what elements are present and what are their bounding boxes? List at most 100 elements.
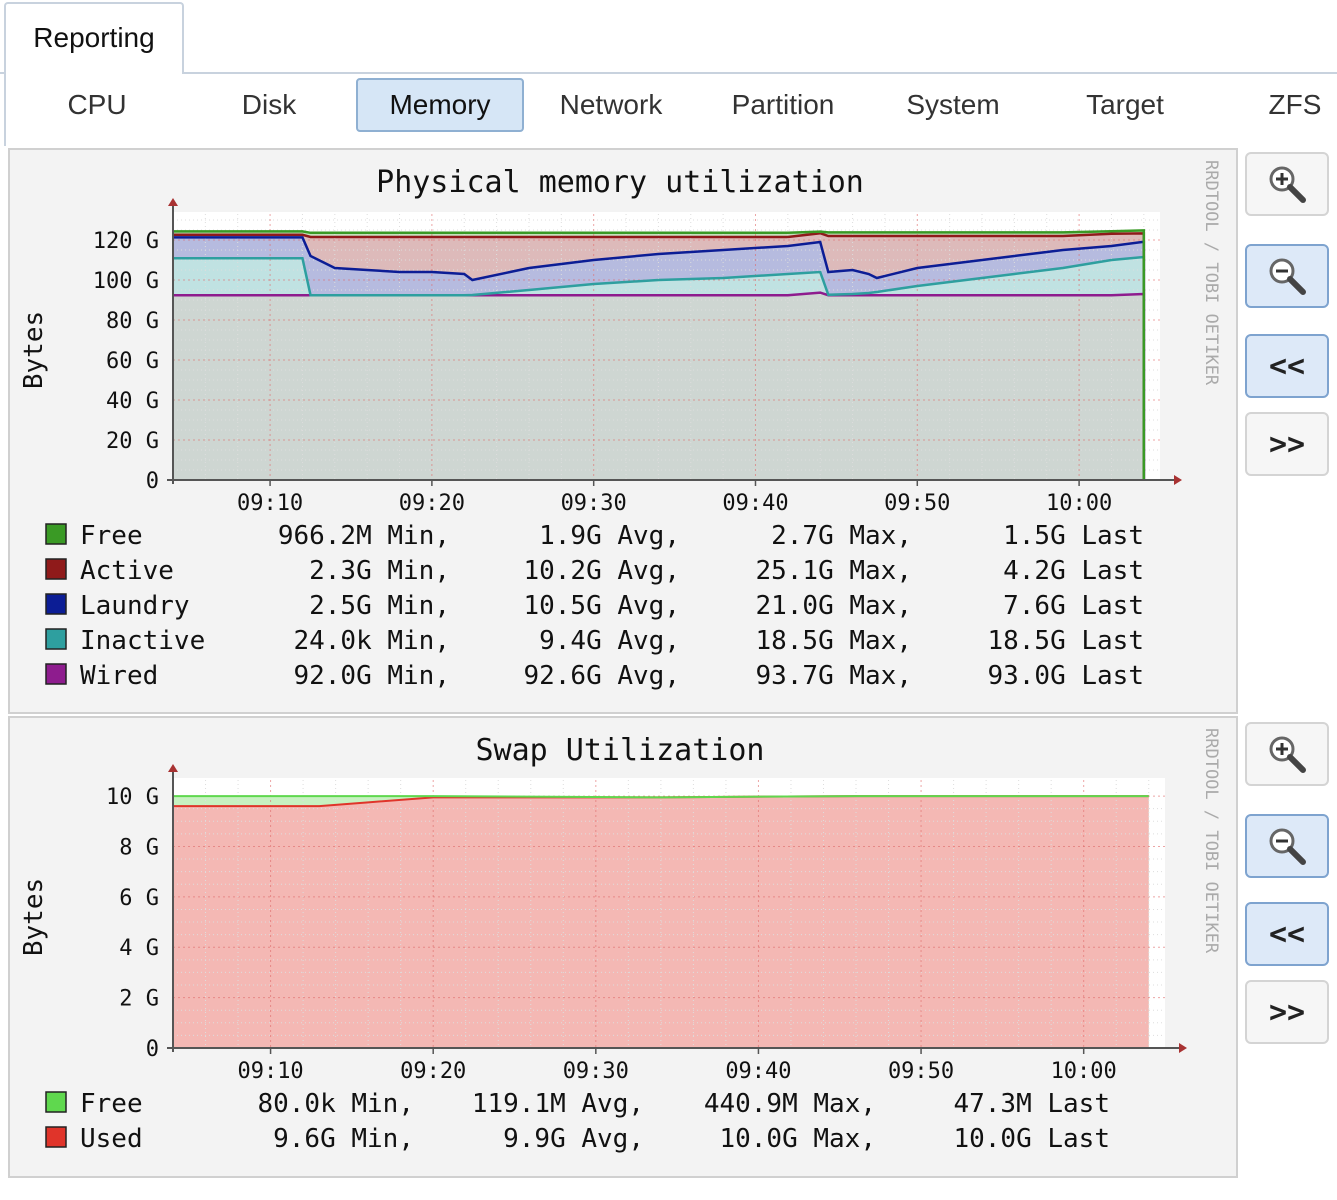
legend-avg: 92.6G Avg, — [523, 661, 680, 691]
legend-last: 7.6G Last — [1003, 591, 1144, 621]
x-tick-label: 10:00 — [1051, 1059, 1117, 1084]
legend-swatch — [45, 593, 67, 615]
legend-last: 93.0G Last — [987, 661, 1144, 691]
y-tick-label: 4 G — [119, 936, 159, 961]
tab-disk[interactable]: Disk — [184, 78, 354, 132]
zoom-out-icon — [1269, 258, 1306, 295]
y-tick-label: 80 G — [106, 309, 159, 334]
legend-avg: 10.2G Avg, — [523, 556, 680, 586]
x-tick-label: 09:30 — [563, 1059, 629, 1084]
legend-last: 1.5G Last — [1003, 521, 1144, 551]
x-tick-label: 09:20 — [400, 1059, 466, 1084]
legend-swatch — [45, 628, 67, 650]
legend-max: 25.1G Max, — [755, 556, 912, 586]
legend-max: 21.0G Max, — [755, 591, 912, 621]
tab-partition[interactable]: Partition — [698, 78, 868, 132]
back-button[interactable]: << — [1245, 334, 1329, 398]
y-tick-label: 6 G — [119, 886, 159, 911]
x-tick-label: 09:40 — [722, 491, 788, 516]
legend-name: Free — [80, 521, 143, 551]
legend-name: Laundry — [80, 591, 190, 621]
legend-min: 92.0G Min, — [293, 661, 450, 691]
y-tick-label: 8 G — [119, 835, 159, 860]
y-tick-label: 20 G — [106, 429, 159, 454]
y-tick-label: 120 G — [93, 229, 159, 254]
legend-swatch — [45, 1091, 67, 1113]
legend-min: 9.6G Min, — [273, 1124, 414, 1154]
tab-memory[interactable]: Memory — [356, 78, 524, 132]
y-axis-arrow — [168, 764, 178, 772]
forward-button[interactable]: >> — [1245, 412, 1329, 476]
x-tick-label: 09:50 — [884, 491, 950, 516]
tab-network[interactable]: Network — [526, 78, 696, 132]
legend-min: 24.0k Min, — [293, 626, 450, 656]
zoom-in-icon — [1269, 736, 1306, 773]
legend-avg: 119.1M Avg, — [472, 1089, 644, 1119]
zoom-out-button[interactable] — [1245, 814, 1329, 878]
legend-max: 2.7G Max, — [771, 521, 912, 551]
swap-utilization-graph: Swap Utilization RRDTOOL / TOBI OETIKER By… — [8, 716, 1238, 1178]
rrdtool-watermark: RRDTOOL / TOBI OETIKER — [1201, 728, 1221, 954]
y-axis-arrow — [168, 198, 178, 206]
legend-swatch — [45, 558, 67, 580]
legend-avg: 9.4G Avg, — [539, 626, 680, 656]
zoom-in-button[interactable] — [1245, 152, 1329, 216]
legend-min: 80.0k Min, — [257, 1089, 414, 1119]
x-axis-arrow — [1179, 1043, 1187, 1053]
legend-max: 93.7G Max, — [755, 661, 912, 691]
x-tick-label: 09:10 — [237, 491, 303, 516]
x-tick-label: 10:00 — [1046, 491, 1112, 516]
tab-reporting[interactable]: Reporting — [4, 2, 184, 75]
legend-max: 18.5G Max, — [755, 626, 912, 656]
legend-last: 18.5G Last — [987, 626, 1144, 656]
legend-swatch — [45, 663, 67, 685]
legend-min: 2.5G Min, — [309, 591, 450, 621]
series-area-used — [173, 796, 1149, 1048]
legend-last: 4.2G Last — [1003, 556, 1144, 586]
zoom-in-button[interactable] — [1245, 722, 1329, 786]
legend-last: 10.0G Last — [953, 1124, 1110, 1154]
legend-avg: 1.9G Avg, — [539, 521, 680, 551]
y-tick-label: 0 — [146, 1037, 159, 1062]
legend-min: 2.3G Min, — [309, 556, 450, 586]
legend-max: 440.9M Max, — [704, 1089, 876, 1119]
x-axis-arrow — [1174, 475, 1182, 485]
legend-avg: 10.5G Avg, — [523, 591, 680, 621]
zoom-out-button[interactable] — [1245, 244, 1329, 308]
tab-zfs[interactable]: ZFS — [1210, 78, 1337, 132]
x-tick-label: 09:30 — [561, 491, 627, 516]
legend-name: Active — [80, 556, 174, 586]
swap-utilization-chart: Swap Utilization RRDTOOL / TOBI OETIKER By… — [19, 728, 1221, 1154]
chart-title: Physical memory utilization — [376, 165, 864, 200]
legend-swatch — [45, 1126, 67, 1148]
x-tick-label: 09:20 — [399, 491, 465, 516]
legend-name: Inactive — [80, 626, 205, 656]
x-tick-label: 09:10 — [237, 1059, 303, 1084]
legend-max: 10.0G Max, — [719, 1124, 876, 1154]
forward-button[interactable]: >> — [1245, 980, 1329, 1044]
x-tick-label: 09:50 — [888, 1059, 954, 1084]
reporting-tabbar: Reporting — [0, 0, 1337, 75]
back-button[interactable]: << — [1245, 902, 1329, 966]
legend-avg: 9.9G Avg, — [503, 1124, 644, 1154]
physical-memory-graph: Physical memory utilization RRDTOOL / TOB… — [8, 148, 1238, 714]
legend-swatch — [45, 523, 67, 545]
y-axis-label: Bytes — [19, 311, 49, 389]
tab-target[interactable]: Target — [1040, 78, 1210, 132]
rrdtool-watermark: RRDTOOL / TOBI OETIKER — [1201, 160, 1221, 386]
chart-title: Swap Utilization — [476, 733, 765, 768]
tab-cpu[interactable]: CPU — [12, 78, 182, 132]
legend-name: Free — [80, 1089, 143, 1119]
legend-name: Used — [80, 1124, 143, 1154]
tab-system[interactable]: System — [868, 78, 1038, 132]
legend-last: 47.3M Last — [953, 1089, 1110, 1119]
reporting-subtabs: CPU Disk Memory Network Partition System… — [4, 72, 1337, 146]
y-tick-label: 40 G — [106, 389, 159, 414]
y-tick-label: 10 G — [106, 785, 159, 810]
legend-min: 966.2M Min, — [278, 521, 450, 551]
x-tick-label: 09:40 — [725, 1059, 791, 1084]
y-tick-label: 60 G — [106, 349, 159, 374]
legend-name: Wired — [80, 661, 158, 691]
y-axis-label: Bytes — [19, 878, 49, 956]
y-tick-label: 0 — [146, 469, 159, 494]
